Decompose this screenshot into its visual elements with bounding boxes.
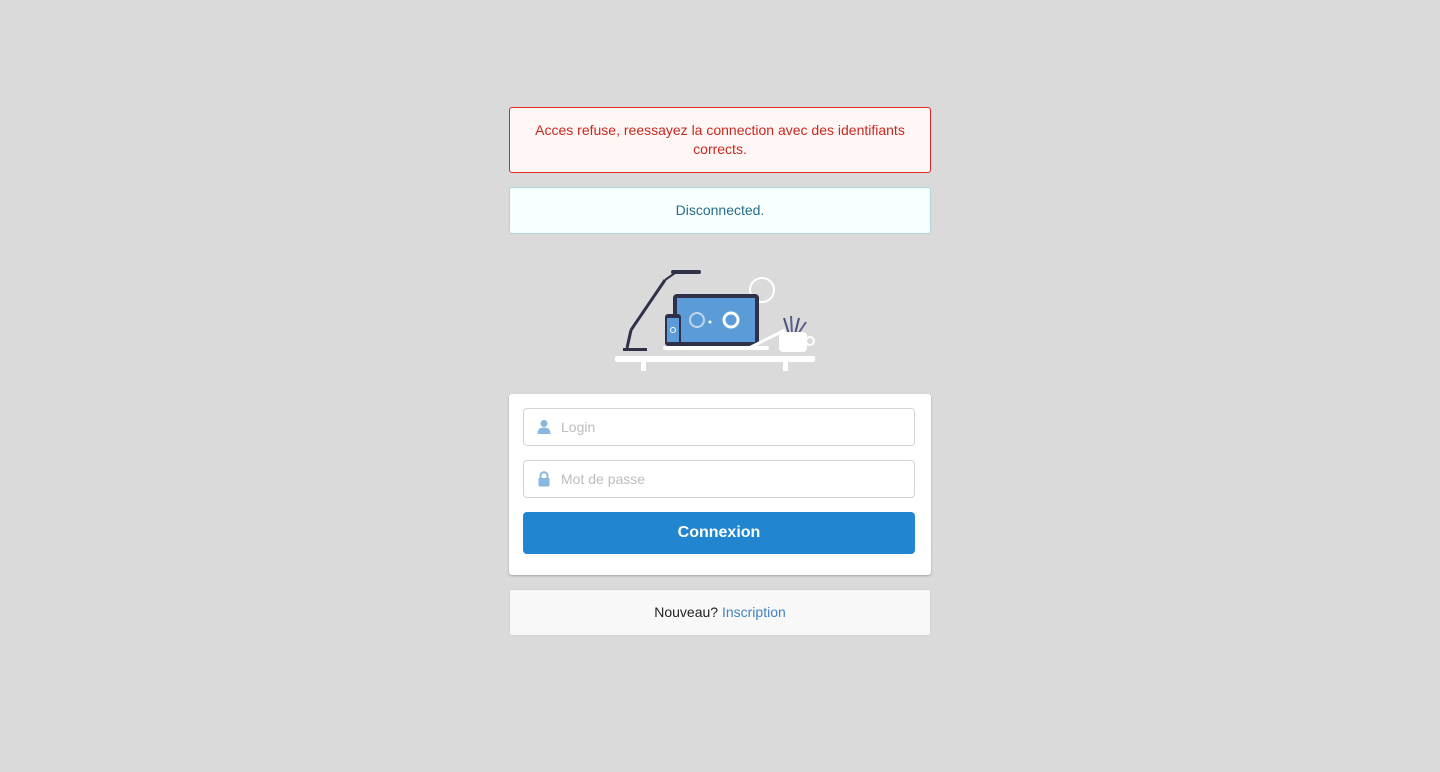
info-message-text: Disconnected. (675, 202, 765, 218)
login-form: Connexion (509, 394, 931, 575)
info-message: Disconnected. (509, 187, 931, 234)
desk-illustration (509, 234, 931, 394)
password-field[interactable] (523, 460, 915, 498)
user-icon (537, 420, 551, 434)
error-message: Acces refuse, reessayez la connection av… (509, 107, 931, 173)
signup-prompt: Nouveau? (654, 604, 719, 620)
login-field[interactable] (523, 408, 915, 446)
login-container: Acces refuse, reessayez la connection av… (509, 107, 931, 636)
password-input[interactable] (561, 461, 901, 497)
error-message-text: Acces refuse, reessayez la connection av… (535, 122, 905, 157)
signup-message: Nouveau? Inscription (509, 589, 931, 636)
desk-workspace-illustration (615, 270, 815, 371)
login-input[interactable] (561, 409, 901, 445)
connexion-button[interactable]: Connexion (523, 512, 915, 554)
lock-icon (538, 471, 550, 487)
signup-link[interactable]: Inscription (722, 604, 786, 620)
